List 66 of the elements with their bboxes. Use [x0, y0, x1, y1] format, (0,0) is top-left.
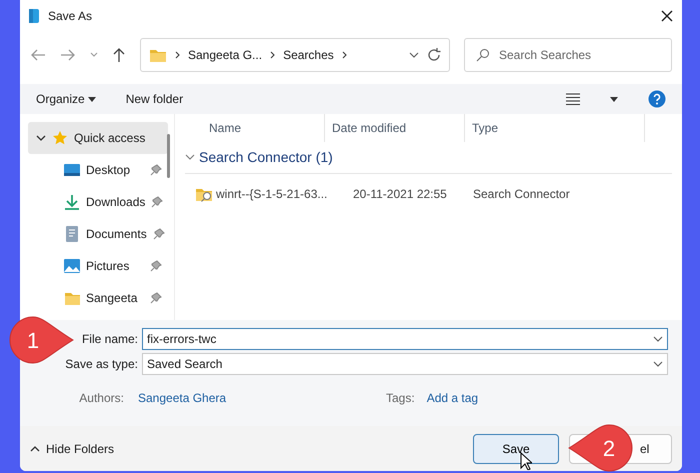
chevron-icon[interactable]: [36, 133, 46, 143]
picture-icon: [64, 258, 80, 274]
refresh-icon[interactable]: [427, 48, 441, 62]
new-folder-button[interactable]: New folder: [126, 90, 184, 108]
up-arrow-icon[interactable]: [112, 47, 126, 63]
scrollbar-thumb[interactable]: [167, 134, 170, 178]
star-icon: [52, 130, 68, 146]
folder-icon: [64, 290, 80, 306]
help-icon[interactable]: [648, 90, 666, 108]
folder-icon: [149, 47, 167, 63]
document-icon: [64, 226, 80, 242]
caret-icon: [88, 96, 96, 102]
column-header[interactable]: Name: [185, 114, 325, 142]
close-icon[interactable]: [660, 9, 674, 23]
type-cell-text: Search Connector: [472, 186, 570, 203]
column-header[interactable]: Date modified: [325, 114, 465, 142]
back-arrow-icon[interactable]: [30, 48, 46, 62]
chevron-icon[interactable]: [185, 154, 195, 162]
item-label: Documents: [86, 226, 147, 243]
group-header[interactable]: Search Connector (1): [199, 147, 333, 168]
hide-folders-toggle[interactable]: Hide Folders: [30, 440, 114, 458]
dropdown-chevron-icon: [653, 336, 663, 342]
window-title: Save As: [48, 8, 94, 25]
item-label: Downloads: [86, 194, 146, 211]
chevron-right-icon: [270, 51, 276, 59]
type-dropdown[interactable]: Saved Search: [142, 353, 668, 375]
item-label: Sangeeta: [86, 290, 138, 307]
desktop-icon: [64, 162, 80, 178]
sidebar-item[interactable]: Downloads: [28, 186, 168, 218]
file-name[interactable]: winrt--{S-1-5-21-63...: [216, 185, 328, 203]
add-tag-link[interactable]: Add a tag: [426, 389, 478, 407]
file-name-field[interactable]: fix-errors-twc: [142, 328, 668, 350]
chevron-right-icon: [175, 51, 180, 59]
callout-badge: 2: [568, 423, 634, 473]
field-label: File name:: [82, 332, 138, 346]
sidebar-item[interactable]: Desktop: [28, 154, 168, 186]
item-label: Desktop: [86, 162, 132, 179]
download-icon: [64, 194, 80, 210]
view-list-icon[interactable]: [566, 93, 580, 105]
search-icon: [476, 48, 490, 62]
search-folder-icon: [195, 186, 213, 202]
field-label: Authors:: [78, 390, 125, 407]
field-label: Tags:: [385, 390, 416, 407]
date-cell-text: 20-11-2021 22:55: [352, 186, 448, 203]
item-label: Quick access: [74, 130, 146, 147]
chevron-up-icon: [30, 446, 40, 452]
sidebar-item[interactable]: Documents: [28, 218, 168, 250]
sidebar-item[interactable]: Quick access: [28, 122, 168, 154]
author-link[interactable]: Sangeeta Ghera: [138, 389, 358, 407]
chevron-right-icon: [342, 51, 347, 59]
save-button[interactable]: Save: [473, 434, 559, 464]
sidebar-item[interactable]: Pictures: [28, 250, 168, 282]
item-label: Pictures: [86, 258, 130, 275]
dropdown-chevron-icon: [653, 361, 663, 367]
address-bar[interactable]: Sangeeta G... Searches: [140, 38, 450, 72]
caret-icon[interactable]: [610, 96, 618, 102]
forward-arrow-icon[interactable]: [60, 48, 76, 62]
breadcrumb[interactable]: Searches: [283, 46, 334, 64]
dropdown-chevron-icon[interactable]: [409, 52, 419, 58]
field-label: Save as type:: [65, 357, 138, 371]
app-icon: [28, 8, 40, 24]
menu-label: Organize: [36, 91, 85, 108]
breadcrumb[interactable]: Sangeeta G...: [188, 46, 262, 64]
column-header[interactable]: Type: [465, 114, 645, 142]
search-field[interactable]: Search Searches: [464, 38, 672, 72]
sidebar-item[interactable]: Sangeeta: [28, 282, 168, 314]
